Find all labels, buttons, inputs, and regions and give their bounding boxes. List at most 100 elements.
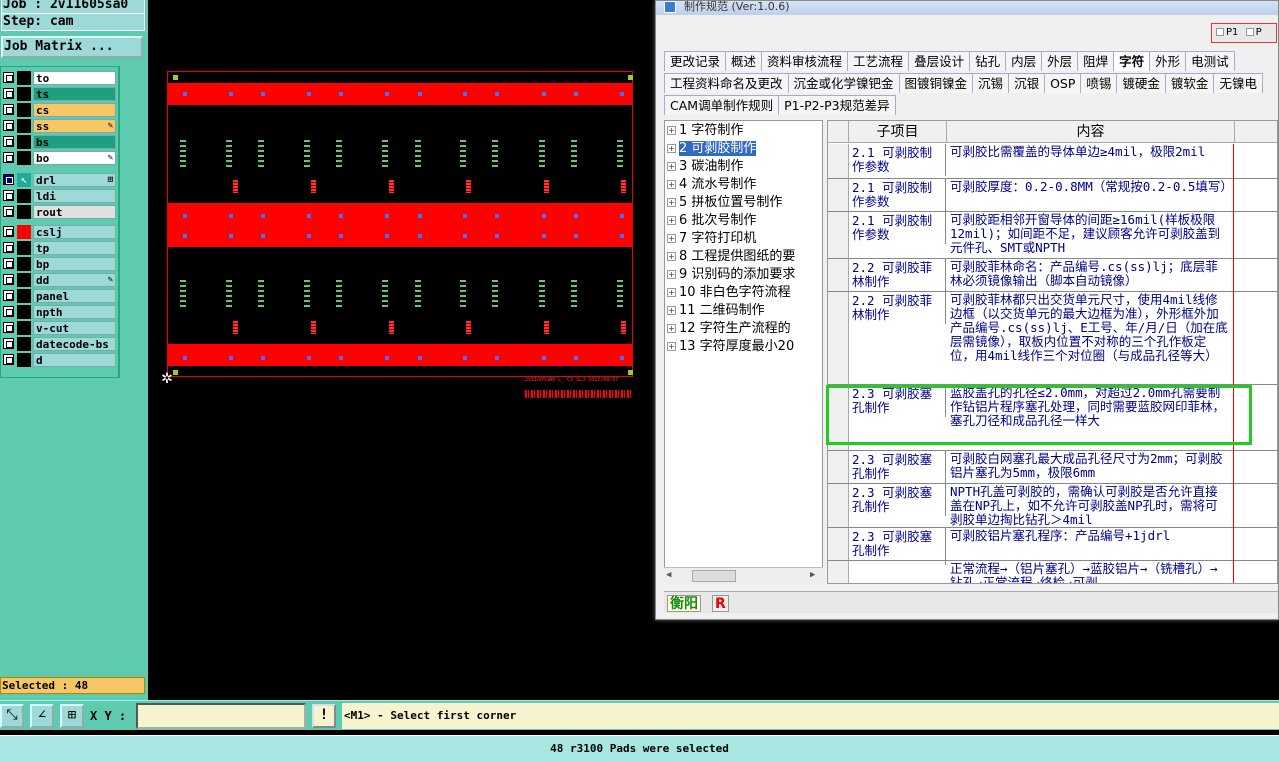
pad-dot[interactable] <box>574 234 578 238</box>
slot-pad[interactable] <box>233 180 238 193</box>
slot-pad[interactable] <box>311 321 316 334</box>
layer-checkbox[interactable] <box>3 72 14 83</box>
layer-row-cslj[interactable]: cslj <box>1 224 119 239</box>
pad-dot[interactable] <box>339 234 343 238</box>
pad-dot[interactable] <box>339 356 343 360</box>
tree-item[interactable]: +8 工程提供图纸的要 <box>667 248 795 266</box>
xy-input[interactable] <box>136 703 306 729</box>
slot-pad[interactable] <box>389 180 394 193</box>
layer-row-drl[interactable]: ↖ drl ⊞ <box>1 172 119 187</box>
pad-dot[interactable] <box>385 234 389 238</box>
tree-item[interactable]: +7 字符打印机 <box>667 230 756 248</box>
layer-row-bs[interactable]: bs <box>1 134 119 149</box>
mini-tab-strip[interactable]: P1 P <box>1211 23 1277 43</box>
pad-dot[interactable] <box>385 92 389 96</box>
tab-0-10[interactable]: 外形 <box>1149 51 1187 71</box>
pad-dot[interactable] <box>542 234 546 238</box>
cell-content[interactable]: 可剥胶比需覆盖的导体单边≥4mil，极限2mil <box>947 144 1234 179</box>
layer-affected-marker[interactable] <box>17 103 31 117</box>
tab-1-4[interactable]: 沉银 <box>1008 73 1046 93</box>
cell-content[interactable]: NPTH孔盖可剥胶的，需确认可剥胶是否允许直接盖在NP孔上，如不允许可剥胶盖NP… <box>947 484 1234 528</box>
layer-name[interactable]: bp <box>33 257 116 271</box>
tab-1-5[interactable]: OSP <box>1044 73 1082 93</box>
layer-row-tp[interactable]: tp <box>1 240 119 255</box>
tab-1-7[interactable]: 镀硬金 <box>1116 73 1166 93</box>
tree-item[interactable]: +10 非白色字符流程 <box>667 284 791 302</box>
cell-subitem[interactable]: 2.1 可剥胶制作参数 <box>849 144 946 176</box>
slot-pad[interactable] <box>389 321 394 334</box>
pad-dot[interactable] <box>418 214 422 218</box>
layer-row-d[interactable]: d <box>1 352 119 367</box>
tree-item[interactable]: +12 字符生产流程的 <box>667 320 791 338</box>
pad-dot[interactable] <box>183 234 187 238</box>
layer-affected-marker[interactable] <box>17 241 31 255</box>
layer-name[interactable]: ldi <box>33 189 116 203</box>
tab-0-9[interactable]: 字符 <box>1113 51 1151 71</box>
cell-subitem[interactable]: 2.3 可剥胶塞孔制作 <box>849 484 946 516</box>
layer-name[interactable]: dd ✎ <box>33 273 116 287</box>
layer-row-rout[interactable]: rout <box>1 204 119 219</box>
layer-checkbox[interactable] <box>3 306 14 317</box>
tree-item[interactable]: +4 流水号制作 <box>667 176 756 194</box>
layer-checkbox[interactable] <box>3 322 14 333</box>
layer-row-cs[interactable]: cs <box>1 102 119 117</box>
layer-affected-marker[interactable] <box>17 305 31 319</box>
pad-dot[interactable] <box>542 356 546 360</box>
col-header-sub[interactable]: 子项目 <box>849 121 947 143</box>
tab-1-3[interactable]: 沉锡 <box>972 73 1010 93</box>
footer-button-hengyang[interactable]: 衡阳 <box>667 595 701 612</box>
layer-row-ts[interactable]: ts <box>1 86 119 101</box>
grid-row[interactable]: 2.1 可剥胶制作参数 可剥胶距相邻开窗导体的间距≥16mil(样板极限12mil… <box>828 212 1277 259</box>
pad-dot[interactable] <box>307 356 311 360</box>
row-selector[interactable] <box>828 179 849 211</box>
cell-subitem[interactable]: 2.1 可剥胶制作参数 <box>849 212 946 244</box>
expand-icon[interactable]: + <box>667 234 676 243</box>
layer-row-npth[interactable]: npth <box>1 304 119 319</box>
grid-row[interactable]: 2.2 可剥胶菲林制作 可剥胶菲林命名：产品编号.cs(ss)lj；底层菲林必须镜… <box>828 259 1277 292</box>
grid-row[interactable]: 2.1 可剥胶制作参数 可剥胶比需覆盖的导体单边≥4mil，极限2mil <box>828 144 1277 179</box>
layer-checkbox[interactable] <box>3 152 14 163</box>
cell-content[interactable]: 可剥胶距相邻开窗导体的间距≥16mil(样板极限12mil)；如间距不足，建议顾… <box>947 212 1234 259</box>
cell-subitem[interactable] <box>849 561 946 565</box>
tab-0-6[interactable]: 内层 <box>1005 51 1043 71</box>
expand-icon[interactable]: + <box>667 252 676 261</box>
pad-dot[interactable] <box>495 234 499 238</box>
zoom-box-icon[interactable]: ⤡ <box>0 704 24 728</box>
grid-corner[interactable] <box>828 121 849 143</box>
measure-icon[interactable]: ∠ <box>30 704 54 728</box>
expand-icon[interactable]: + <box>667 198 676 207</box>
pad-dot[interactable] <box>183 214 187 218</box>
layer-name[interactable]: cslj <box>33 225 116 239</box>
pad-dot[interactable] <box>307 92 311 96</box>
mini-tab-p[interactable]: P <box>1256 27 1262 38</box>
row-selector[interactable] <box>828 528 849 560</box>
layer-name[interactable]: bs <box>33 135 116 149</box>
pad-dot[interactable] <box>418 234 422 238</box>
layer-name[interactable]: ss ✎ <box>33 119 116 133</box>
tab-1-1[interactable]: 沉金或化学镍钯金 <box>787 73 900 93</box>
layer-checkbox[interactable] <box>3 88 14 99</box>
tab-1-8[interactable]: 镀软金 <box>1164 73 1215 93</box>
grid-row[interactable]: 2.2 可剥胶菲林制作 可剥胶菲林都只出交货单元尺寸，使用4mil线修边框（以交货… <box>828 292 1277 385</box>
job-matrix-button[interactable]: Job Matrix ... <box>1 36 143 58</box>
layer-name[interactable]: tp <box>33 241 116 255</box>
pad-dot[interactable] <box>574 214 578 218</box>
layer-checkbox[interactable] <box>3 174 14 185</box>
tree-item[interactable]: +1 字符制作 <box>667 122 743 140</box>
pad-dot[interactable] <box>229 92 233 96</box>
pad-dot[interactable] <box>339 214 343 218</box>
layer-affected-marker[interactable] <box>17 289 31 303</box>
scroll-thumb[interactable] <box>692 570 736 582</box>
pad-dot[interactable] <box>261 234 265 238</box>
layer-checkbox[interactable] <box>3 206 14 217</box>
layer-checkbox[interactable] <box>3 104 14 115</box>
expand-icon[interactable]: + <box>667 144 676 153</box>
layer-name[interactable]: bo ✎ <box>33 151 116 165</box>
pad-dot[interactable] <box>261 92 265 96</box>
layer-affected-marker[interactable] <box>17 337 31 351</box>
cell-subitem[interactable]: 2.1 可剥胶制作参数 <box>849 179 946 211</box>
pad-dot[interactable] <box>463 214 467 218</box>
grid-row[interactable]: 正常流程→（铝片塞孔）→蓝胶铝片→（铣槽孔）→钻孔→正常流程→终检→可剥 <box>828 561 1277 583</box>
grid-row[interactable]: 2.3 可剥胶塞孔制作 NPTH孔盖可剥胶的，需确认可剥胶是否允许直接盖在NP孔上… <box>828 484 1277 528</box>
tab-0-0[interactable]: 更改记录 <box>664 51 727 71</box>
